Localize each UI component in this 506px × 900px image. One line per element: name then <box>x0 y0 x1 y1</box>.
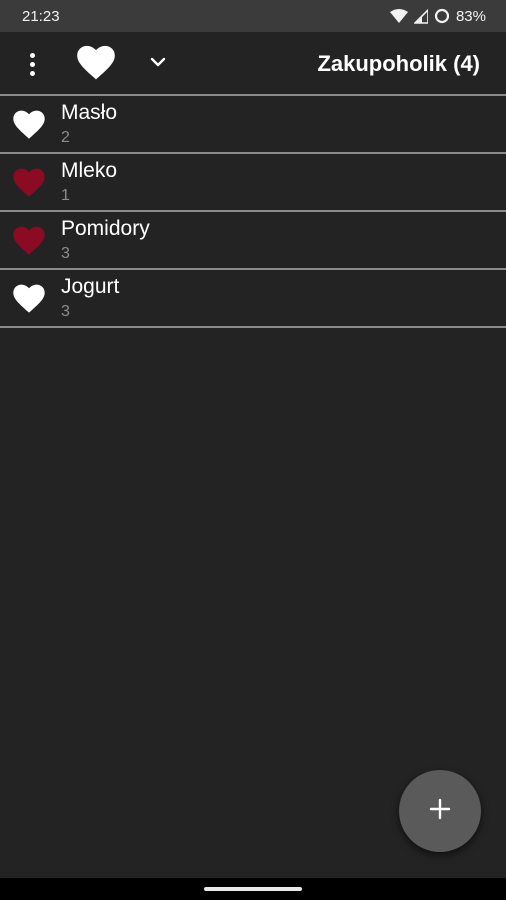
item-quantity: 3 <box>61 303 70 320</box>
app-title: Zakupoholik (4) <box>317 51 480 76</box>
add-item-button[interactable] <box>399 770 481 852</box>
heart-icon[interactable] <box>12 168 46 198</box>
wifi-icon <box>389 8 408 24</box>
home-gesture-handle[interactable] <box>204 887 302 891</box>
list-item[interactable]: Jogurt 3 <box>0 268 506 328</box>
status-bar: 21:23 83% <box>0 0 506 32</box>
app-screen: 21:23 83% Zakupoholik (4) Masło 2 Mleko … <box>0 0 506 900</box>
status-icons: 83% <box>389 7 486 25</box>
list-item[interactable]: Pomidory 3 <box>0 210 506 268</box>
heart-icon[interactable] <box>12 110 46 140</box>
signal-icon <box>413 8 428 24</box>
chevron-down-icon[interactable] <box>148 52 168 72</box>
item-name: Jogurt <box>61 275 120 298</box>
toolbar: Zakupoholik (4) <box>0 32 506 94</box>
item-name: Masło <box>61 101 118 124</box>
item-name: Pomidory <box>61 217 150 240</box>
shopping-list: Masło 2 Mleko 1 Pomidory 3 Jogurt 3 <box>0 94 506 328</box>
heart-icon[interactable] <box>76 45 116 81</box>
navigation-bar <box>0 878 506 900</box>
item-name: Mleko <box>61 159 118 182</box>
status-time: 21:23 <box>22 7 60 25</box>
heart-icon[interactable] <box>12 226 46 256</box>
item-quantity: 2 <box>61 129 70 146</box>
more-vert-icon[interactable] <box>20 50 44 78</box>
item-quantity: 1 <box>61 187 70 204</box>
plus-icon <box>428 797 452 826</box>
list-item[interactable]: Mleko 1 <box>0 152 506 210</box>
heart-icon[interactable] <box>12 284 46 314</box>
battery-level: 83% <box>455 7 486 25</box>
item-quantity: 3 <box>61 245 70 262</box>
battery-icon <box>434 8 450 24</box>
list-item[interactable]: Masło 2 <box>0 94 506 152</box>
